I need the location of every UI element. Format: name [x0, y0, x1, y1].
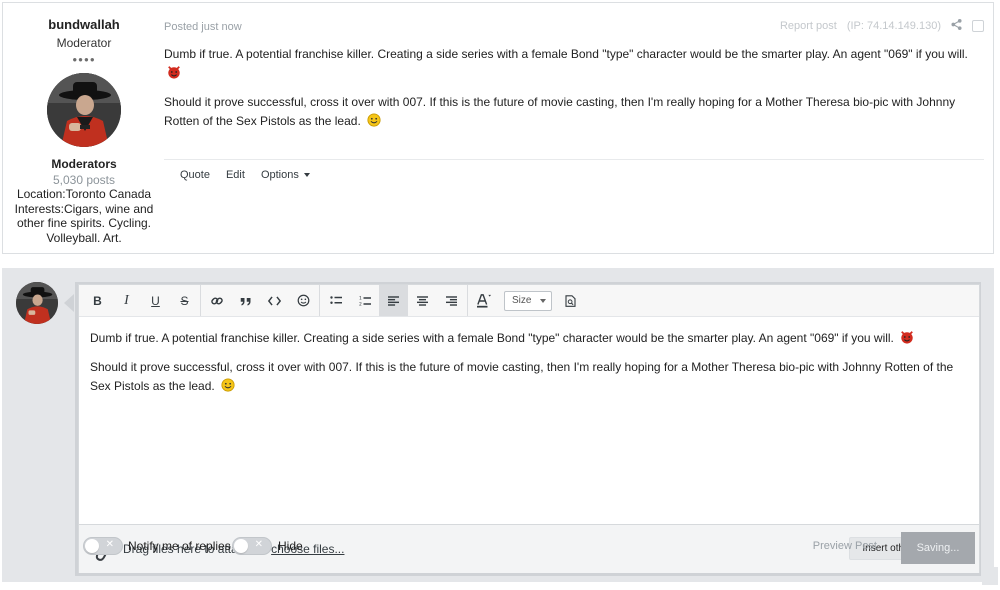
- italic-icon: I: [124, 292, 129, 308]
- editor-paragraph-text: Should it prove successful, cross it ove…: [90, 360, 954, 393]
- post-controls: Quote Edit Options: [164, 159, 984, 181]
- reply-footer: ✕ Notify me of replies ✕ Hide Preview Po…: [75, 530, 981, 576]
- smile-emoji-icon: [221, 378, 235, 392]
- link-icon: [210, 296, 223, 305]
- svg-text:1: 1: [359, 295, 362, 301]
- author-group: Moderators: [51, 157, 117, 171]
- chevron-down-icon: [303, 173, 310, 178]
- rich-text-editor: B I U S 1 2 Size Dumb if true. A potenti…: [78, 284, 980, 525]
- author-role: Moderator: [56, 36, 112, 50]
- font-size-label: Size: [512, 295, 532, 306]
- notify-toggle[interactable]: ✕: [83, 537, 123, 555]
- text-color-button[interactable]: [469, 285, 498, 316]
- submit-reply-button[interactable]: Saving...: [901, 532, 975, 564]
- smile-emoji-icon: [367, 113, 381, 127]
- close-icon: ✕: [254, 539, 263, 550]
- svg-text:2: 2: [359, 301, 362, 307]
- post-body: Dumb if true. A potential franchise kill…: [164, 45, 979, 141]
- author-name[interactable]: bundwallah: [3, 17, 165, 32]
- post-paragraph: Should it prove successful, cross it ove…: [164, 93, 979, 131]
- edit-button[interactable]: Edit: [218, 169, 253, 181]
- options-button[interactable]: Options: [253, 169, 318, 181]
- avatar[interactable]: [47, 73, 121, 147]
- post-tools: Report post (IP: 74.14.149.130): [780, 19, 984, 33]
- editor-paragraph-text: Dumb if true. A potential franchise kill…: [90, 331, 894, 345]
- bold-button[interactable]: B: [83, 285, 112, 316]
- post-author-panel: bundwallah Moderator ●●●● Moderators 5,0…: [3, 3, 165, 245]
- align-right-button[interactable]: [437, 285, 466, 316]
- link-button[interactable]: [202, 285, 231, 316]
- post-date[interactable]: Posted just now: [164, 21, 242, 33]
- align-left-icon: [388, 295, 399, 306]
- underline-icon: U: [151, 293, 160, 308]
- align-left-button[interactable]: [379, 285, 408, 316]
- quote-button[interactable]: Quote: [164, 169, 218, 181]
- emoji-button[interactable]: [289, 285, 318, 316]
- editor-pointer: [64, 294, 74, 312]
- editor-content-area[interactable]: Dumb if true. A potential franchise kill…: [79, 317, 979, 476]
- quote-insert-button[interactable]: [231, 285, 260, 316]
- hide-label: Hide: [278, 539, 303, 553]
- align-right-icon: [446, 295, 457, 306]
- strikethrough-button[interactable]: S: [170, 285, 199, 316]
- text-color-icon: [476, 293, 491, 308]
- editor-paragraph: Should it prove successful, cross it ove…: [90, 358, 969, 396]
- share-icon[interactable]: [951, 19, 962, 33]
- align-center-button[interactable]: [408, 285, 437, 316]
- bold-icon: B: [93, 293, 102, 308]
- toolbar-divider: [319, 285, 320, 316]
- underline-button[interactable]: U: [141, 285, 170, 316]
- forum-post: bundwallah Moderator ●●●● Moderators 5,0…: [2, 2, 994, 254]
- strikethrough-icon: S: [180, 293, 189, 308]
- rank-pips: ●●●●: [72, 55, 96, 64]
- smile-icon: [297, 294, 310, 307]
- moderation-checkbox[interactable]: [972, 20, 984, 32]
- preview-post-button[interactable]: Preview Post: [813, 540, 877, 552]
- bulleted-list-icon: [329, 296, 342, 304]
- hide-toggle[interactable]: ✕: [232, 537, 272, 555]
- post-paragraph-text: Should it prove successful, cross it ove…: [164, 95, 956, 128]
- preview-toggle-button[interactable]: [556, 285, 585, 316]
- numbered-list-button[interactable]: 12: [350, 285, 379, 316]
- author-location: Location:Toronto Canada: [16, 187, 152, 201]
- toolbar-divider: [200, 285, 201, 316]
- avatar-image: [16, 282, 58, 324]
- post-paragraph-text: Dumb if true. A potential franchise kill…: [164, 47, 968, 61]
- author-post-count: 5,030 posts: [52, 173, 116, 187]
- ip-address[interactable]: (IP: 74.14.149.130): [847, 20, 941, 32]
- options-label: Options: [260, 169, 299, 181]
- align-center-icon: [417, 295, 428, 306]
- bulleted-list-button[interactable]: [321, 285, 350, 316]
- devil-emoji-icon: [901, 331, 914, 344]
- italic-button[interactable]: I: [112, 285, 141, 316]
- close-icon: ✕: [105, 539, 114, 550]
- toolbar-divider: [467, 285, 468, 316]
- font-size-select[interactable]: Size: [504, 290, 552, 311]
- reply-area: B I U S 1 2 Size Dumb if true. A potenti…: [2, 268, 994, 582]
- code-icon: [268, 295, 281, 306]
- editor-paragraph: Dumb if true. A potential franchise kill…: [90, 329, 969, 348]
- devil-emoji-icon: [168, 66, 180, 79]
- preview-document-icon: [565, 294, 576, 307]
- editor-toolbar: B I U S 1 2 Size: [79, 285, 979, 317]
- author-interests: Interests:Cigars, wine and other fine sp…: [14, 201, 154, 245]
- post-main: Posted just now Report post (IP: 74.14.1…: [164, 3, 994, 253]
- avatar-image: [47, 73, 121, 147]
- notify-label: Notify me of replies: [128, 539, 231, 553]
- quote-icon: [240, 297, 250, 305]
- numbered-list-icon: 12: [359, 295, 371, 307]
- reply-avatar: [16, 282, 58, 324]
- scrollbar-corner: [982, 567, 998, 585]
- chevron-down-icon: [540, 298, 546, 303]
- post-paragraph: Dumb if true. A potential franchise kill…: [164, 45, 979, 83]
- report-post-link[interactable]: Report post: [780, 20, 837, 32]
- code-button[interactable]: [260, 285, 289, 316]
